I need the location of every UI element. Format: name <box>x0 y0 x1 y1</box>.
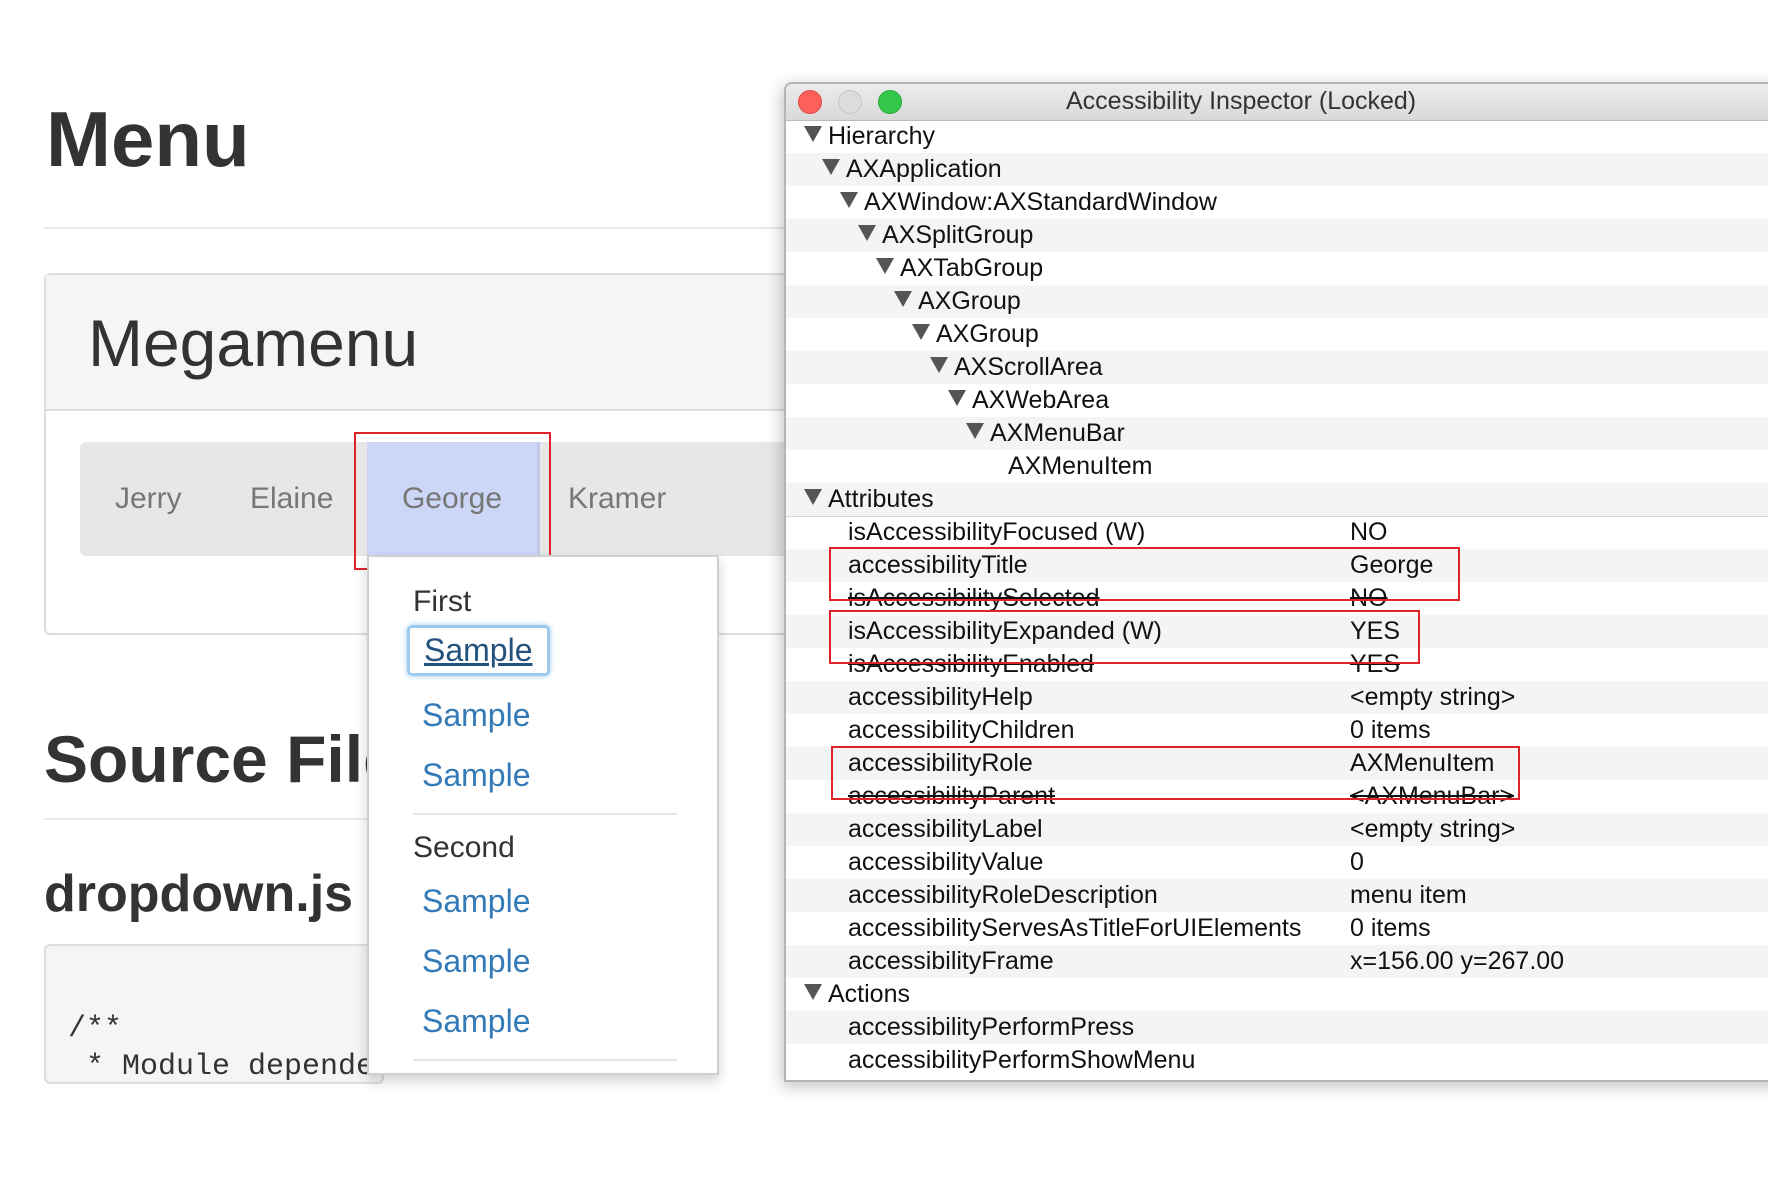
minimize-window-button[interactable] <box>838 90 862 114</box>
attribute-row[interactable]: accessibilityServesAsTitleForUIElements … <box>786 912 1768 945</box>
highlight-box-role <box>831 746 1520 800</box>
hierarchy-label: AXScrollArea <box>954 353 1103 381</box>
hierarchy-row-selected[interactable]: AXMenuItem <box>786 450 1768 483</box>
attribute-value: NO <box>1350 518 1388 546</box>
dropdown-link-sample[interactable]: Sample <box>422 1003 531 1040</box>
section-label: Actions <box>828 980 910 1008</box>
dropdown-menu: First Sample Sample Sample Second Sample… <box>367 555 719 1075</box>
hierarchy-label: AXTabGroup <box>900 254 1044 282</box>
hierarchy-row[interactable]: AXWindow:AXStandardWindow <box>786 186 1768 219</box>
attribute-value: x=156.00 y=267.00 <box>1350 947 1565 975</box>
attribute-value: 0 <box>1350 848 1364 876</box>
hierarchy-row[interactable]: AXGroup <box>786 285 1768 318</box>
hierarchy-row[interactable]: AXWebArea <box>786 384 1768 417</box>
section-hierarchy[interactable]: Hierarchy <box>786 120 1768 154</box>
attribute-name: accessibilityValue <box>848 848 1044 876</box>
window-title: Accessibility Inspector (Locked) <box>1066 87 1417 115</box>
code-line: /** <box>68 1012 123 1046</box>
title-divider <box>44 227 844 229</box>
window-titlebar: Accessibility Inspector (Locked) <box>786 84 1768 121</box>
attribute-row[interactable]: accessibilityFrame x=156.00 y=267.00 <box>786 945 1768 978</box>
section-attributes[interactable]: Attributes <box>786 483 1768 517</box>
attribute-row[interactable]: accessibilityRoleDescription menu item <box>786 879 1768 912</box>
attribute-row[interactable]: accessibilityChildren 0 items <box>786 714 1768 747</box>
hierarchy-label: AXApplication <box>846 155 1002 183</box>
attribute-value: menu item <box>1350 881 1467 909</box>
hierarchy-label: AXMenuItem <box>1008 452 1153 480</box>
panel-title: Megamenu <box>88 306 419 380</box>
highlight-box-expanded <box>829 610 1420 664</box>
code-block: /** * Module dependen <box>44 944 384 1084</box>
hierarchy-label: AXWebArea <box>972 386 1110 414</box>
attribute-name: accessibilityChildren <box>848 716 1075 744</box>
attribute-value: <empty string> <box>1350 683 1516 711</box>
hierarchy-row[interactable]: AXApplication <box>786 153 1768 186</box>
disclosure-triangle-icon[interactable] <box>858 225 876 242</box>
attribute-name: isAccessibilityFocused (W) <box>848 518 1146 546</box>
menu-item-kramer[interactable]: Kramer <box>568 442 666 556</box>
hierarchy-row[interactable]: AXGroup <box>786 318 1768 351</box>
attribute-row[interactable]: accessibilityHelp <empty string> <box>786 681 1768 714</box>
dropdown-link-sample[interactable]: Sample <box>422 943 531 980</box>
disclosure-triangle-icon[interactable] <box>804 489 822 506</box>
attribute-name: accessibilityServesAsTitleForUIElements <box>848 914 1302 942</box>
section-title: Source File <box>44 722 400 796</box>
attribute-value: 0 items <box>1350 914 1431 942</box>
menu-item-jerry[interactable]: Jerry <box>115 442 182 556</box>
disclosure-triangle-icon[interactable] <box>912 324 930 341</box>
dropdown-link-sample[interactable]: Sample <box>407 625 550 676</box>
action-row[interactable]: accessibilityPerformShowMenu <box>786 1044 1768 1077</box>
disclosure-triangle-icon[interactable] <box>894 291 912 308</box>
section-label: Hierarchy <box>828 122 935 150</box>
dropdown-link-sample[interactable]: Sample <box>422 697 531 734</box>
dropdown-header-first: First <box>413 585 472 618</box>
action-name: accessibilityPerformPress <box>848 1013 1135 1041</box>
dropdown-header-second: Second <box>413 831 515 864</box>
hierarchy-label: AXGroup <box>936 320 1039 348</box>
highlight-box-accessibility-title <box>829 547 1460 601</box>
code-line: * Module dependen <box>68 1050 384 1084</box>
hierarchy-label: AXGroup <box>918 287 1021 315</box>
section-divider <box>44 818 374 820</box>
hierarchy-label: AXSplitGroup <box>882 221 1034 249</box>
disclosure-triangle-icon[interactable] <box>930 357 948 374</box>
disclosure-triangle-icon[interactable] <box>840 192 858 209</box>
hierarchy-row[interactable]: AXTabGroup <box>786 252 1768 285</box>
disclosure-triangle-icon[interactable] <box>804 984 822 1001</box>
action-name: accessibilityPerformShowMenu <box>848 1046 1196 1074</box>
highlight-box-george <box>354 432 551 570</box>
attribute-name: accessibilityLabel <box>848 815 1043 843</box>
disclosure-triangle-icon[interactable] <box>876 258 894 275</box>
attribute-name: accessibilityFrame <box>848 947 1054 975</box>
section-actions[interactable]: Actions <box>786 978 1768 1012</box>
attribute-row[interactable]: accessibilityLabel <empty string> <box>786 813 1768 846</box>
dropdown-divider <box>413 1059 677 1061</box>
page-title: Menu <box>46 95 250 183</box>
disclosure-triangle-icon[interactable] <box>804 126 822 143</box>
panel-header: Megamenu <box>46 275 842 411</box>
zoom-window-button[interactable] <box>878 90 902 114</box>
attribute-value: 0 items <box>1350 716 1431 744</box>
close-window-button[interactable] <box>798 90 822 114</box>
disclosure-triangle-icon[interactable] <box>966 423 984 440</box>
section-label: Attributes <box>828 485 934 513</box>
hierarchy-label: AXWindow:AXStandardWindow <box>864 188 1217 216</box>
hierarchy-row[interactable]: AXScrollArea <box>786 351 1768 384</box>
attribute-row[interactable]: accessibilityValue 0 <box>786 846 1768 879</box>
attribute-row[interactable]: isAccessibilityFocused (W) NO <box>786 516 1768 549</box>
disclosure-triangle-icon[interactable] <box>822 159 840 176</box>
dropdown-link-sample[interactable]: Sample <box>422 883 531 920</box>
dropdown-divider <box>413 813 677 815</box>
hierarchy-label: AXMenuBar <box>990 419 1125 447</box>
file-title: dropdown.js <box>44 865 354 923</box>
action-row[interactable]: accessibilityPerformPress <box>786 1011 1768 1044</box>
dropdown-link-sample[interactable]: Sample <box>422 757 531 794</box>
disclosure-triangle-icon[interactable] <box>948 390 966 407</box>
hierarchy-row[interactable]: AXSplitGroup <box>786 219 1768 252</box>
attribute-value: <empty string> <box>1350 815 1516 843</box>
attribute-name: accessibilityRoleDescription <box>848 881 1158 909</box>
attribute-name: accessibilityHelp <box>848 683 1033 711</box>
menu-item-elaine[interactable]: Elaine <box>250 442 333 556</box>
hierarchy-row[interactable]: AXMenuBar <box>786 417 1768 450</box>
